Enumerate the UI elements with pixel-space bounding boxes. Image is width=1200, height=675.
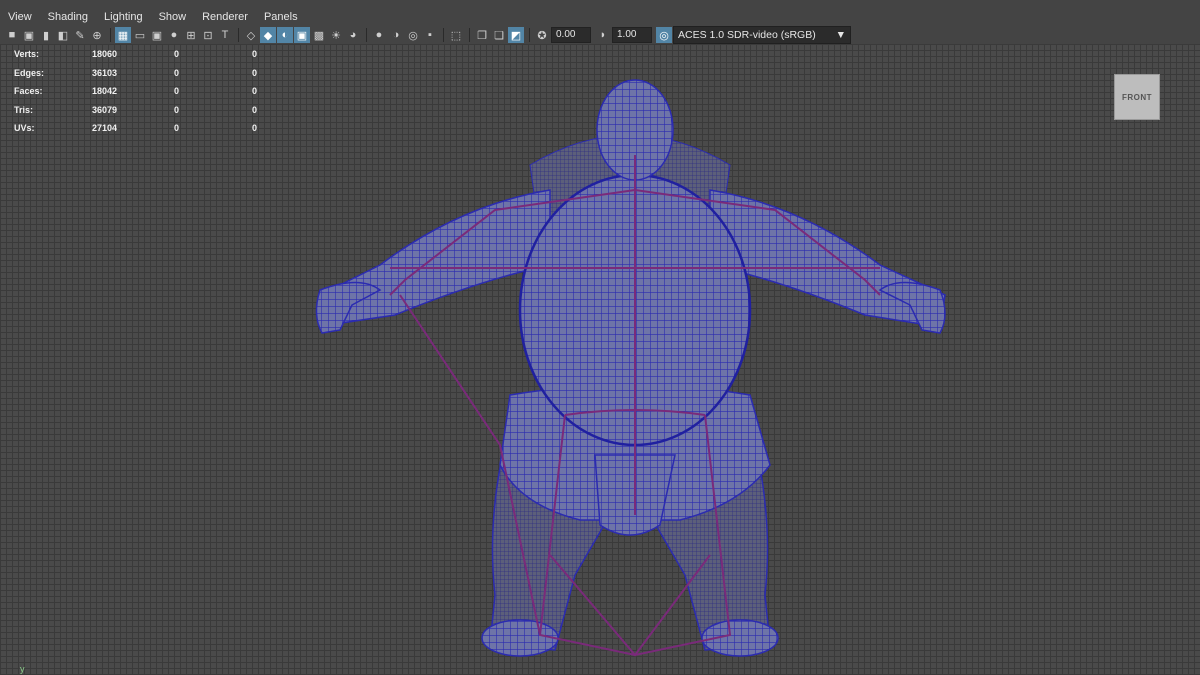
bookmark-icon[interactable]: ▮ [38,27,54,43]
exposure-icon[interactable]: ✪ [534,27,550,43]
grid-icon[interactable]: ▦ [115,27,131,43]
menu-show[interactable]: Show [151,0,195,26]
hud-value: 0 [174,86,180,97]
hud-label: Edges: [14,67,45,78]
field-chart-icon[interactable]: ⊞ [183,27,199,43]
toolbar-separator [110,28,111,42]
hud-value: 0 [252,49,258,60]
hud-value: 36079 [92,104,118,115]
axis-indicator: y [20,664,25,674]
menu-bar: View Shading Lighting Show Renderer Pane… [0,0,1200,26]
hud-value: 0 [174,67,180,78]
hud-row: Faces: 18042 0 0 [14,82,292,101]
hud-value: 0 [252,123,258,134]
two-d-pan-zoom-icon[interactable]: ⊕ [89,27,105,43]
isolate-select-icon[interactable]: ⬚ [448,27,464,43]
hud-label: UVs: [14,123,35,134]
poly-count-hud: Verts: 18060 0 0 Edges: 36103 0 0 Faces:… [14,45,292,138]
menu-renderer[interactable]: Renderer [194,0,256,26]
xray-active-icon[interactable]: ❏ [491,27,507,43]
view-cube-label: FRONT [1121,92,1153,102]
view-cube[interactable]: FRONT [1114,74,1160,120]
hud-value: 0 [252,67,258,78]
model-mesh [315,79,946,657]
chevron-down-icon: ▼ [835,29,846,41]
motion-blur-icon[interactable]: ◑ [388,27,404,43]
safe-action-icon[interactable]: ⊡ [200,27,216,43]
image-plane-icon[interactable]: ◧ [55,27,71,43]
color-management-icon[interactable]: ◎ [656,27,672,43]
shadows-icon[interactable]: ◕ [345,27,361,43]
panel-toolbar: ■ ▣ ▮ ◧ ✎ ⊕ ▦ ▭ ▣ ● ⊞ ⊡ T ◇ ◆ ◐ ▣ ▩ ☀ ◕ … [0,26,1200,44]
hud-row: Edges: 36103 0 0 [14,64,292,83]
toolbar-separator [238,28,239,42]
hud-row: Tris: 36079 0 0 [14,101,292,120]
menu-panels[interactable]: Panels [256,0,306,26]
hud-label: Verts: [14,49,40,60]
hud-label: Tris: [14,104,34,115]
exposure-field[interactable]: 0.00 [551,27,591,43]
toolbar-separator [529,28,530,42]
camera-attributes-icon[interactable]: ▣ [21,27,37,43]
menu-view[interactable]: View [0,0,40,26]
depth-of-field-icon[interactable]: ▪ [422,27,438,43]
ogre-wireframe-model[interactable] [300,75,960,660]
toolbar-separator [443,28,444,42]
hud-row: UVs: 27104 0 0 [14,119,292,138]
anti-aliasing-icon[interactable]: ◎ [405,27,421,43]
menu-shading[interactable]: Shading [40,0,96,26]
menu-lighting[interactable]: Lighting [96,0,151,26]
hud-value: 0 [252,104,258,115]
wireframe-on-shaded-icon[interactable]: ◐ [277,27,293,43]
backface-culling-icon[interactable]: ◩ [508,27,524,43]
hud-label: Faces: [14,86,43,97]
hud-value: 0 [252,86,258,97]
gamma-icon[interactable]: ◗ [595,27,611,43]
xray-joints-icon[interactable]: ❐ [474,27,490,43]
lights-icon[interactable]: ☀ [328,27,344,43]
gate-mask-icon[interactable]: ● [166,27,182,43]
smooth-shade-icon[interactable]: ◆ [260,27,276,43]
color-management-dropdown[interactable]: ACES 1.0 SDR-video (sRGB) ▼ [673,26,851,44]
camera-select-icon[interactable]: ■ [4,27,20,43]
color-management-value: ACES 1.0 SDR-video (sRGB) [678,29,816,41]
toolbar-separator [469,28,470,42]
hud-value: 27104 [92,123,118,134]
ambient-occlusion-icon[interactable]: ● [371,27,387,43]
gamma-field[interactable]: 1.00 [612,27,652,43]
hud-value: 0 [174,104,180,115]
safe-title-icon[interactable]: T [217,27,233,43]
hud-value: 0 [174,49,180,60]
grease-pencil-icon[interactable]: ✎ [72,27,88,43]
resolution-gate-icon[interactable]: ▣ [149,27,165,43]
toolbar-separator [366,28,367,42]
hud-value: 18042 [92,86,118,97]
hud-value: 36103 [92,67,118,78]
hud-value: 0 [174,123,180,134]
textured-icon[interactable]: ▩ [311,27,327,43]
hud-value: 18060 [92,49,118,60]
film-gate-icon[interactable]: ▭ [132,27,148,43]
hud-row: Verts: 18060 0 0 [14,45,292,64]
wireframe-icon[interactable]: ◇ [243,27,259,43]
xray-icon[interactable]: ▣ [294,27,310,43]
